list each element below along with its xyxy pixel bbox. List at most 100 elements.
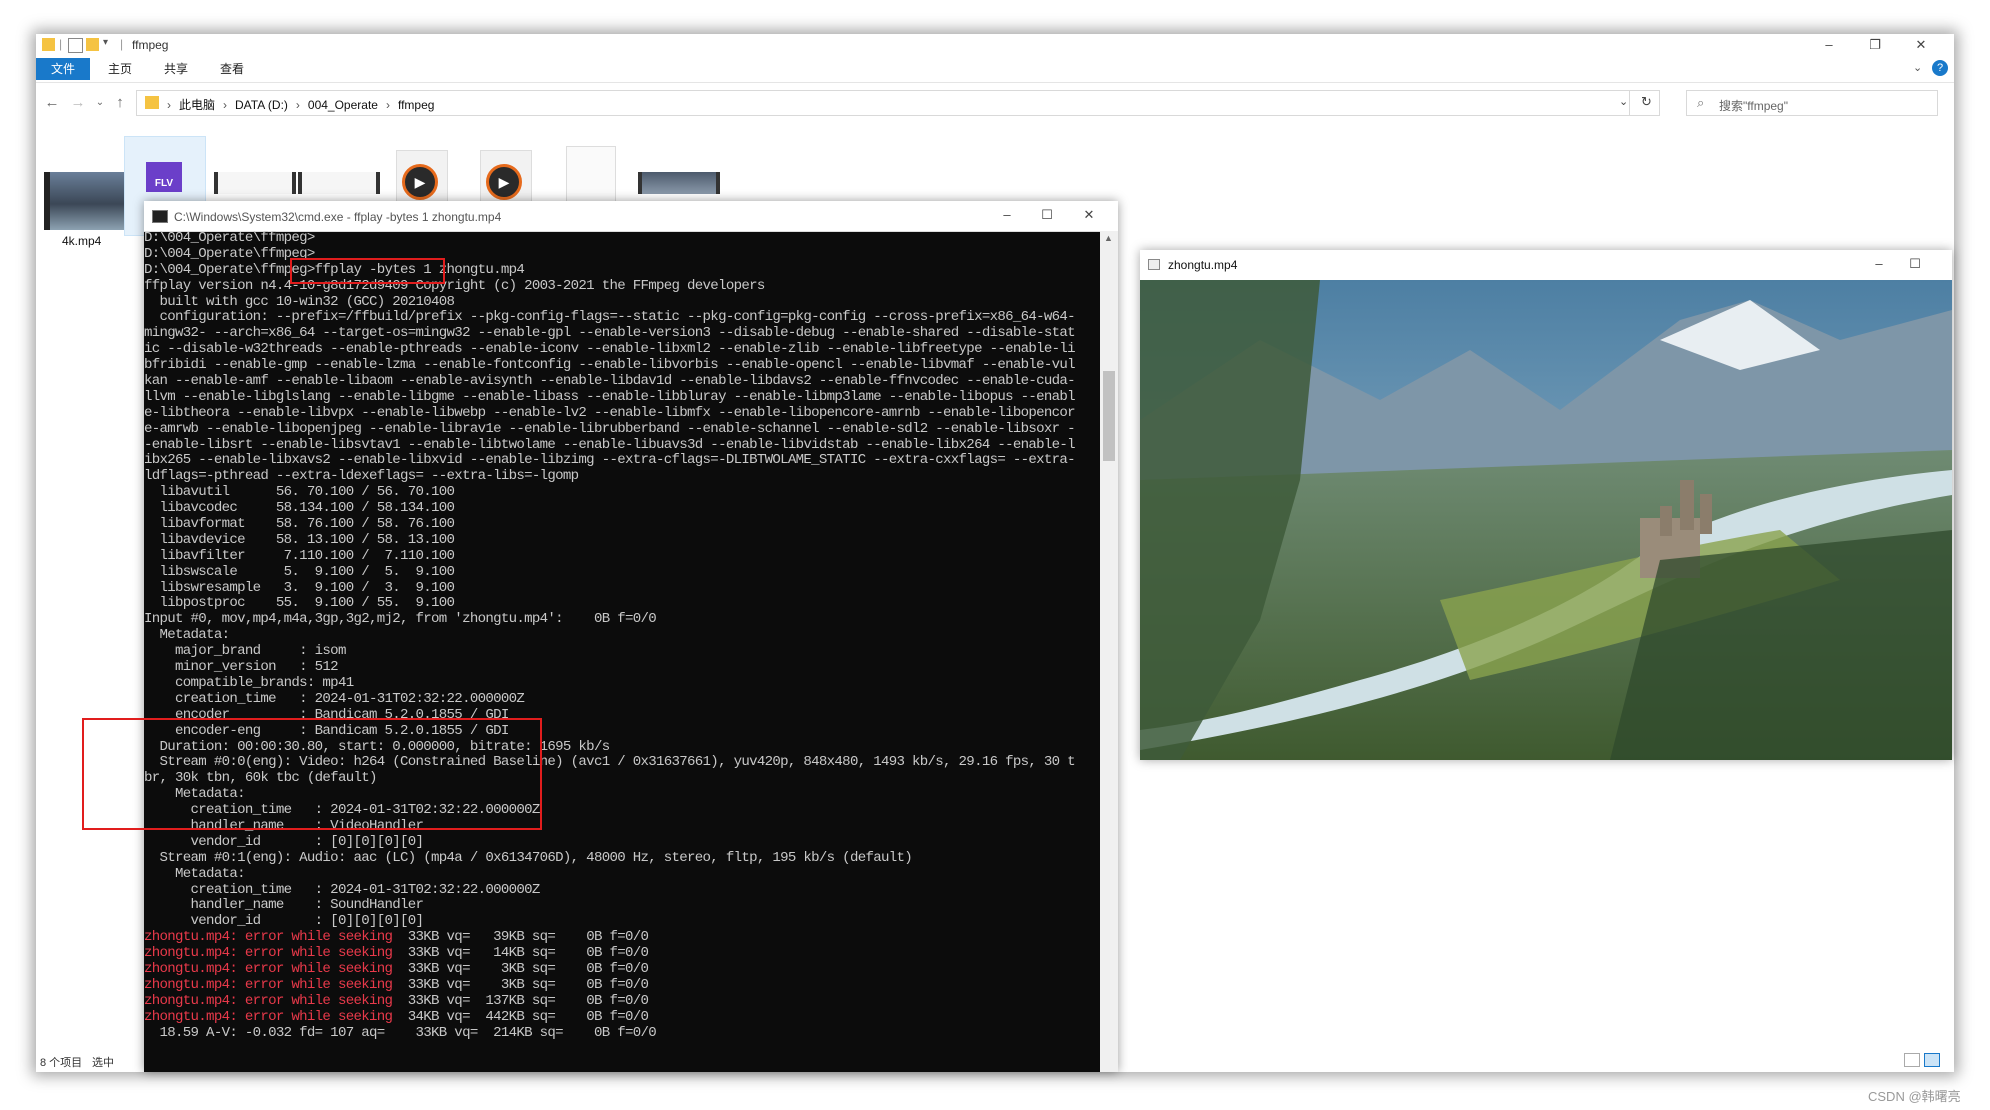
console-line: ibx265 --enable-libxavs2 --enable-libxvi…: [144, 452, 1076, 469]
console-output[interactable]: D:\004_Operate\ffmpeg> D:\004_Operate\ffm…: [144, 231, 1100, 1072]
folder-icon: [145, 96, 159, 109]
console-line: vendor_id : [0][0][0][0]: [144, 913, 424, 930]
console-line: minor_version : 512: [144, 659, 339, 676]
address-divider: [1629, 91, 1630, 115]
ribbon-tabs: 文件 主页 共享 查看 ⌄ ?: [36, 58, 1954, 82]
navigation-bar: ← → ⌄ ↑ › 此电脑 › DATA (D:) › 004_Operate › ffmpe…: [36, 88, 1954, 118]
video-thumbnail[interactable]: [298, 172, 380, 194]
ribbon-divider: [36, 82, 1954, 83]
error-line: zhongtu.mp4: error while seeking 33KB vq…: [144, 929, 1100, 946]
console-line: Stream #0:1(eng): Audio: aac (LC) (mp4a …: [144, 849, 913, 866]
ribbon-expand-icon[interactable]: ⌄: [1913, 61, 1922, 74]
large-icons-view-icon[interactable]: [1924, 1053, 1940, 1067]
console-line: creation_time : 2024-01-31T02:32:22.0000…: [144, 881, 541, 898]
error-message: zhongtu.mp4: error while seeking: [144, 1008, 393, 1025]
properties-icon[interactable]: [68, 38, 83, 53]
video-thumbnail[interactable]: [214, 172, 296, 194]
error-line: zhongtu.mp4: error while seeking 33KB vq…: [144, 945, 1100, 962]
console-line: D:\004_Operate\ffmpeg>: [144, 231, 315, 246]
maximize-button[interactable]: ☐: [1892, 253, 1938, 275]
play-icon: ▶: [402, 164, 438, 200]
error-message: zhongtu.mp4: error while seeking: [144, 976, 393, 993]
console-line: major_brand : isom: [144, 643, 346, 660]
tab-share[interactable]: 共享: [150, 58, 202, 80]
up-arrow-icon[interactable]: ↑: [108, 88, 132, 118]
console-line: libavfilter 7.110.100 / 7.110.100: [144, 547, 456, 564]
address-bar[interactable]: › 此电脑 › DATA (D:) › 004_Operate › ffmpeg ⌄ ↻: [136, 90, 1660, 116]
selection-status: 选中: [92, 1057, 114, 1069]
error-line: zhongtu.mp4: error while seeking 34KB vq…: [144, 1008, 1100, 1026]
search-placeholder: 搜索"ffmpeg": [1719, 99, 1788, 113]
chevron-right-icon[interactable]: ›: [386, 98, 390, 112]
console-line: vendor_id : [0][0][0][0]: [144, 833, 424, 850]
window-title: ffmpeg: [132, 38, 169, 52]
video-window: zhongtu.mp4 – ☐: [1140, 250, 1952, 760]
flv-file-icon: FLV: [146, 162, 182, 192]
breadcrumb-operate[interactable]: 004_Operate: [308, 98, 378, 112]
console-line: configuration: --prefix=/ffbuild/prefix …: [144, 309, 1076, 326]
file-name-4k[interactable]: 4k.mp4: [62, 234, 101, 248]
forward-arrow-icon[interactable]: →: [66, 88, 90, 118]
error-message: zhongtu.mp4: error while seeking: [144, 992, 393, 1009]
minimize-button[interactable]: –: [1806, 34, 1852, 56]
cmd-title: C:\Windows\System32\cmd.exe - ffplay -by…: [174, 210, 502, 224]
video-thumbnail[interactable]: [638, 172, 720, 194]
restore-button[interactable]: ❐: [1852, 34, 1898, 56]
help-icon[interactable]: ?: [1932, 60, 1948, 76]
console-line: libswscale 5. 9.100 / 5. 9.100: [144, 563, 456, 580]
chevron-right-icon[interactable]: ›: [167, 98, 171, 112]
error-message: zhongtu.mp4: error while seeking: [144, 960, 393, 977]
quick-access-dropdown-icon[interactable]: ▾: [103, 37, 108, 48]
back-arrow-icon[interactable]: ←: [40, 88, 64, 118]
error-line: zhongtu.mp4: error while seeking 33KB vq…: [144, 992, 1100, 1010]
error-message: zhongtu.mp4: error while seeking: [144, 945, 393, 962]
console-line: -enable-libsrt --enable-libsvtav1 --enab…: [144, 436, 1076, 453]
details-view-icon[interactable]: [1904, 1053, 1920, 1067]
error-highlight-box: [82, 718, 542, 830]
console-line: Metadata:: [144, 627, 231, 644]
queue-stats: 34KB vq= 442KB sq= 0B f=0/0: [392, 1008, 649, 1025]
breadcrumb-drive[interactable]: DATA (D:): [235, 98, 288, 112]
console-line: llvm --enable-libglslang --enable-libgme…: [144, 388, 1076, 405]
new-folder-icon[interactable]: [86, 38, 99, 51]
search-box[interactable]: ⌕ 搜索"ffmpeg": [1686, 90, 1938, 116]
breadcrumb: › 此电脑 › DATA (D:) › 004_Operate › ffmpeg: [167, 96, 434, 113]
blank-file-icon[interactable]: [566, 146, 616, 202]
breadcrumb-this-pc[interactable]: 此电脑: [179, 98, 215, 112]
console-line: compatible_brands: mp41: [144, 674, 354, 691]
console-line: libpostproc 55. 9.100 / 55. 9.100: [144, 595, 456, 612]
maximize-button[interactable]: ☐: [1024, 204, 1070, 226]
chevron-right-icon[interactable]: ›: [296, 98, 300, 112]
close-button[interactable]: ✕: [1898, 34, 1944, 56]
chevron-right-icon[interactable]: ›: [223, 98, 227, 112]
app-icon: [1148, 259, 1160, 270]
folder-icon: [42, 38, 55, 51]
console-line: creation_time : 2024-01-31T02:32:22.0000…: [144, 690, 525, 707]
error-line: zhongtu.mp4: error while seeking 33KB vq…: [144, 960, 1100, 978]
console-line: libavdevice 58. 13.100 / 58. 13.100: [144, 531, 456, 548]
close-button[interactable]: ✕: [1066, 204, 1112, 226]
console-line: libswresample 3. 9.100 / 3. 9.100: [144, 579, 456, 596]
breadcrumb-ffmpeg[interactable]: ffmpeg: [398, 98, 434, 112]
error-message: zhongtu.mp4: error while seeking: [144, 929, 393, 946]
command-highlight-box: [290, 258, 445, 284]
queue-stats: 33KB vq= 3KB sq= 0B f=0/0: [392, 960, 649, 977]
tab-view[interactable]: 查看: [206, 58, 258, 80]
video-frame[interactable]: [1140, 280, 1952, 760]
console-line: e-amrwb --enable-libopenjpeg --enable-li…: [144, 420, 1076, 437]
tab-home[interactable]: 主页: [94, 58, 146, 80]
refresh-icon[interactable]: ↻: [1641, 94, 1652, 110]
tab-file[interactable]: 文件: [36, 58, 90, 80]
scrollbar[interactable]: ▲: [1100, 231, 1118, 1072]
console-line: ic --disable-w32threads --enable-pthread…: [144, 341, 1076, 358]
console-line: mingw32- --arch=x86_64 --target-os=mingw…: [144, 325, 1076, 342]
scrollbar-thumb[interactable]: [1103, 371, 1115, 461]
console-line: ldflags=-pthread --extra-ldexeflags= --e…: [144, 468, 579, 485]
console-line: Metadata:: [144, 865, 246, 882]
cmd-icon: [152, 210, 168, 223]
scroll-up-icon[interactable]: ▲: [1104, 233, 1113, 243]
separator-icon: |: [120, 37, 124, 51]
console-line: D:\004_Operate\ffmpeg>ffplay -bytes 1 zh…: [144, 261, 525, 278]
address-dropdown-icon[interactable]: ⌄: [1619, 95, 1628, 108]
console-line: kan --enable-amf --enable-libaom --enabl…: [144, 373, 1076, 390]
